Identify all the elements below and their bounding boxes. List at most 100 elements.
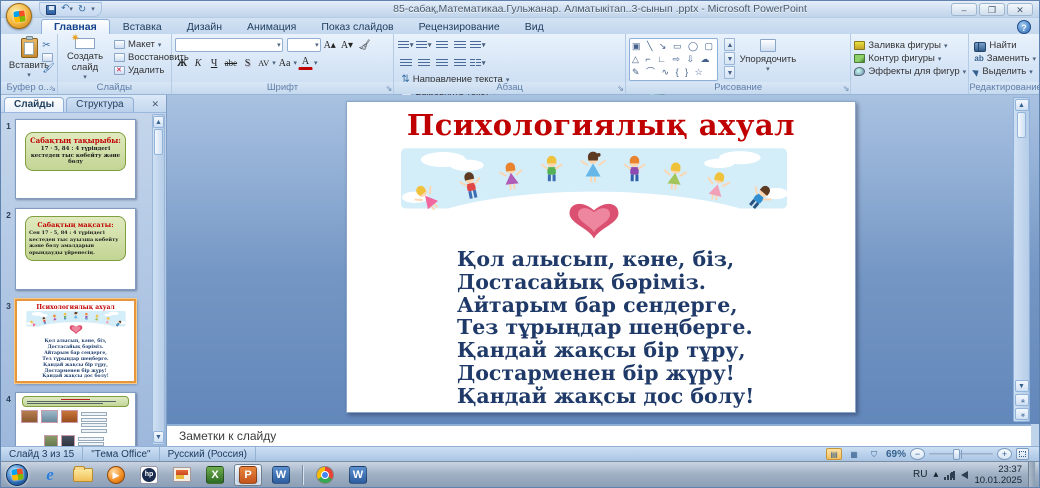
office-button[interactable] <box>6 3 32 29</box>
notes-pane[interactable]: Заметки к слайду <box>167 424 1031 446</box>
show-desktop-button[interactable] <box>1028 462 1035 488</box>
editor-scrollbar[interactable]: ▲ ▼ « » <box>1013 97 1030 422</box>
zoom-out-button[interactable]: − <box>910 448 925 460</box>
close-panel-icon[interactable]: ✕ <box>147 99 163 112</box>
shapes-scroll-up[interactable]: ▲ <box>724 38 735 51</box>
scroll-thumb[interactable] <box>1017 112 1026 138</box>
bold-button[interactable]: Ж <box>175 56 190 70</box>
text-shadow-button[interactable]: S <box>240 56 255 70</box>
children-holding-hands-illustration[interactable] <box>401 146 787 240</box>
shape-effects-button[interactable]: Эффекты для фигур▾ <box>854 66 966 77</box>
customize-qat-icon[interactable]: ▾ <box>91 5 95 15</box>
zoom-level[interactable]: 69% <box>886 449 906 460</box>
tab-vid[interactable]: Вид <box>513 20 556 34</box>
shapes-row-3[interactable]: ✎ ⌒ ∿ { } ☆ <box>632 66 715 79</box>
hp-app-icon[interactable]: hp <box>135 464 163 486</box>
new-slide-button[interactable]: Создать слайд▾ <box>61 36 109 82</box>
panel-scroll-thumb[interactable] <box>154 129 163 155</box>
volume-icon[interactable] <box>961 471 968 479</box>
theme-name[interactable]: "Тема Office" <box>83 447 159 461</box>
font-name-combo[interactable]: ▾ <box>175 38 283 52</box>
help-icon[interactable]: ? <box>1017 20 1031 34</box>
increase-indent-button[interactable] <box>451 38 468 52</box>
character-spacing-button[interactable]: AV <box>256 56 271 70</box>
format-painter-icon[interactable]: 🖌︎ <box>42 64 55 74</box>
powerpoint-icon-active[interactable]: P <box>234 464 262 486</box>
clear-formatting-button[interactable]: 🧹︎ <box>356 38 373 52</box>
paragraph-dialog-launcher[interactable]: ⇘ <box>617 84 624 93</box>
keyboard-language[interactable]: RU <box>913 469 927 480</box>
scroll-up-icon[interactable]: ▲ <box>1015 99 1029 111</box>
language-indicator[interactable]: Русский (Россия) <box>160 447 256 461</box>
close-button[interactable]: ✕ <box>1007 3 1033 16</box>
restore-button[interactable]: ❐ <box>979 3 1005 16</box>
italic-button[interactable]: К <box>191 56 206 70</box>
numbering-button[interactable]: ▾ <box>415 38 432 52</box>
bullets-button[interactable]: ▾ <box>397 38 414 52</box>
shrink-font-button[interactable]: A▾ <box>339 38 355 52</box>
align-right-button[interactable] <box>433 56 450 70</box>
slide-3-thumbnail-selected[interactable]: Психологиялық ахуал Қол алысып, кәне, бі… <box>15 299 136 383</box>
zoom-in-button[interactable]: + <box>997 448 1012 460</box>
slideshow-button[interactable]: ⛉ <box>866 448 882 460</box>
change-case-button[interactable]: Aa <box>277 56 293 70</box>
slide-2-thumbnail[interactable]: Сабақтың мақсаты: Сен 17 · 5, 84 : 4 түр… <box>15 208 136 290</box>
shapes-row-2[interactable]: △ ⌐ ∟ ⇨ ⇩ ☁ <box>632 53 715 66</box>
tab-glavnaya[interactable]: Главная <box>41 19 110 34</box>
zoom-slider[interactable] <box>929 453 993 456</box>
tab-retsenzirovanie[interactable]: Рецензирование <box>407 20 512 34</box>
arrange-button[interactable]: Упорядочить▾ <box>740 36 796 82</box>
shape-outline-button[interactable]: Контур фигуры▾ <box>854 53 966 64</box>
align-left-button[interactable] <box>397 56 414 70</box>
zoom-slider-thumb[interactable] <box>953 449 960 460</box>
start-button[interactable] <box>3 464 31 486</box>
slide-editor-canvas[interactable]: Психологиялық ахуал Қол алысып, кәне, бі… <box>167 95 1039 424</box>
align-center-button[interactable] <box>415 56 432 70</box>
previous-slide-button[interactable]: « <box>1015 394 1029 406</box>
redo-icon[interactable]: ↻ <box>78 5 86 15</box>
next-slide-button[interactable]: » <box>1015 408 1029 420</box>
tab-dizayn[interactable]: Дизайн <box>175 20 234 34</box>
poem-text-block[interactable]: Қол алысып, кәне, біз, Достасайық бәрімі… <box>457 248 754 408</box>
cut-icon[interactable]: ✂ <box>42 41 55 51</box>
panel-scrollbar[interactable]: ▲ ▼ <box>152 114 165 445</box>
shapes-row-1[interactable]: ▣ ╲ ↘ ▭ ◯ ▢ <box>632 40 715 53</box>
shapes-more[interactable]: ▼ <box>724 66 735 79</box>
scroll-down-icon[interactable]: ▼ <box>1015 380 1029 392</box>
find-button[interactable]: Найти <box>974 40 1036 51</box>
copy-icon[interactable] <box>42 53 53 62</box>
fit-to-window-button[interactable] <box>1016 448 1029 460</box>
tab-outline[interactable]: Структура <box>66 97 133 112</box>
clipboard-dialog-launcher[interactable]: ⇘ <box>49 84 56 93</box>
tab-vstavka[interactable]: Вставка <box>111 20 174 34</box>
chrome-icon[interactable] <box>311 464 339 486</box>
clock[interactable]: 23:37 10.01.2025 <box>974 464 1022 486</box>
font-size-combo[interactable]: ▾ <box>287 38 321 52</box>
decrease-indent-button[interactable] <box>433 38 450 52</box>
hidden-icons-chevron[interactable]: ▴ <box>933 469 938 480</box>
shapes-scroll-down[interactable]: ▼ <box>724 52 735 65</box>
save-icon[interactable] <box>46 5 56 15</box>
undo-icon[interactable]: ↶▾ <box>61 4 73 15</box>
columns-button[interactable]: ▾ <box>469 56 486 70</box>
font-dialog-launcher[interactable]: ⇘ <box>386 84 393 93</box>
shape-fill-button[interactable]: Заливка фигуры▾ <box>854 40 966 51</box>
tab-animatsiya[interactable]: Анимация <box>235 20 308 34</box>
replace-button[interactable]: abЗаменить▾ <box>974 53 1036 64</box>
strikethrough-button[interactable]: abe <box>223 56 240 70</box>
select-button[interactable]: Выделить▾ <box>974 66 1036 77</box>
word-alt-icon[interactable]: W <box>344 464 372 486</box>
underline-button[interactable]: Ч <box>207 56 222 70</box>
justify-button[interactable] <box>451 56 468 70</box>
word-icon[interactable]: W <box>267 464 295 486</box>
normal-view-button[interactable]: ▤ <box>826 448 842 460</box>
slide-4-thumbnail[interactable] <box>15 392 136 446</box>
line-spacing-button[interactable]: ▾ <box>469 38 486 52</box>
slide-3-editing-surface[interactable]: Психологиялық ахуал Қол алысып, кәне, бі… <box>346 101 856 413</box>
tab-pokaz-slaydov[interactable]: Показ слайдов <box>309 20 405 34</box>
excel-icon[interactable]: X <box>201 464 229 486</box>
panel-scroll-down-icon[interactable]: ▼ <box>153 431 164 443</box>
tab-slides-thumbnails[interactable]: Слайды <box>4 97 64 112</box>
font-color-button[interactable]: A <box>298 56 313 70</box>
drawing-dialog-launcher[interactable]: ⇘ <box>843 84 850 93</box>
